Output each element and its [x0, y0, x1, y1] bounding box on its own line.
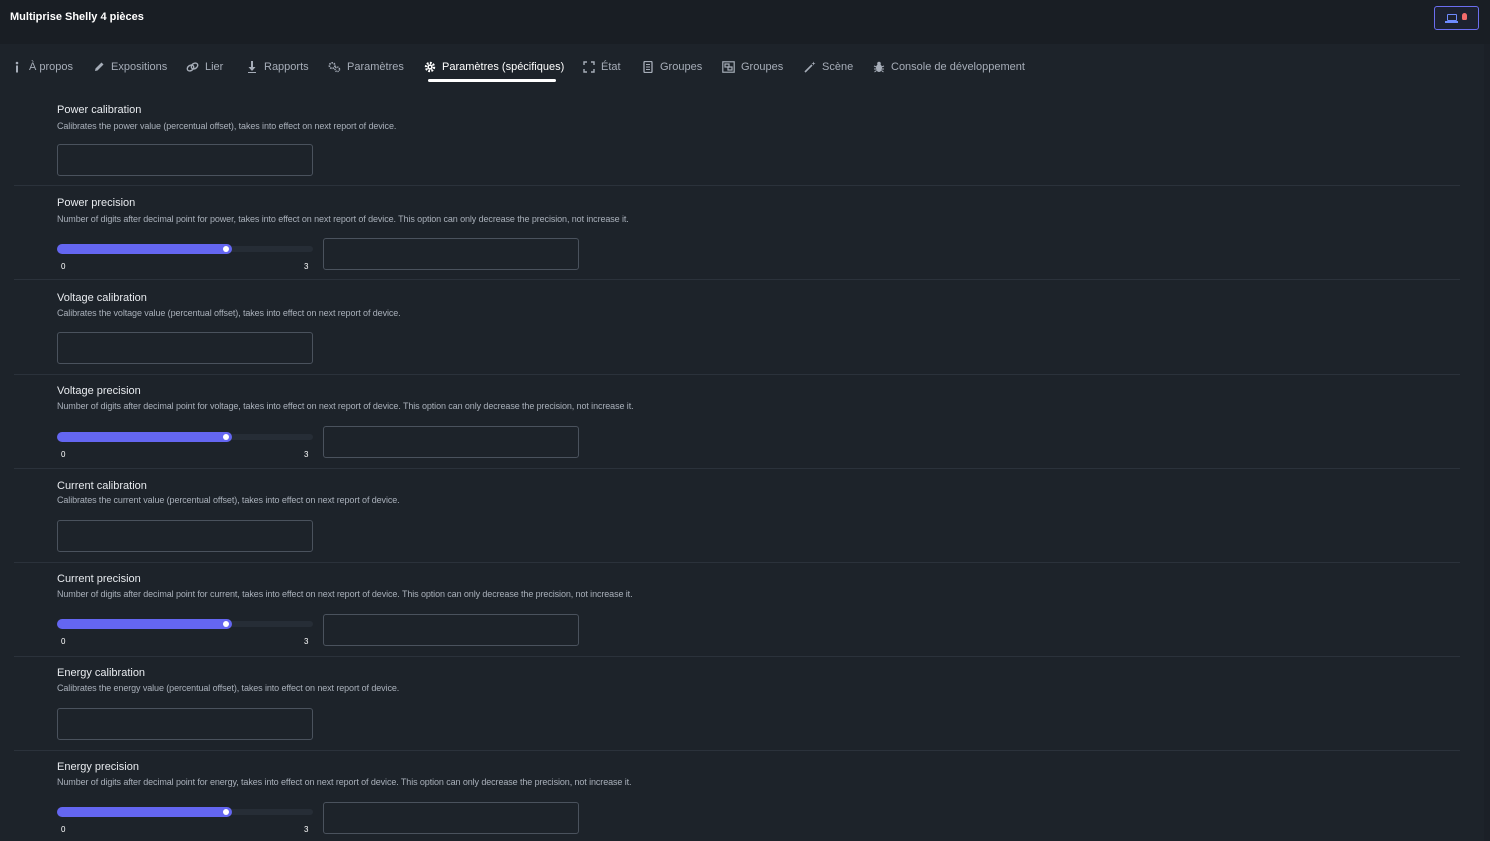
permit-join-button[interactable]	[1434, 6, 1479, 30]
pencil-icon	[92, 61, 105, 74]
scrollbar[interactable]	[1484, 44, 1490, 841]
device-icon	[1445, 14, 1458, 23]
gear-icon	[423, 61, 436, 74]
slider-max-label: 3	[304, 262, 309, 271]
setting-power-precision: Power precision Number of digits after d…	[0, 185, 1490, 279]
setting-description: Number of digits after decimal point for…	[57, 401, 634, 411]
tab-label: À propos	[29, 61, 74, 73]
power-calibration-input[interactable]	[57, 144, 313, 176]
tab-about[interactable]: À propos	[10, 58, 73, 76]
setting-description: Calibrates the voltage value (percentual…	[57, 308, 401, 318]
energy-precision-input[interactable]	[323, 802, 579, 834]
setting-label: Voltage calibration	[57, 292, 147, 304]
tab-label: Rapports	[264, 61, 309, 73]
slider-max-label: 3	[304, 637, 309, 646]
power-precision-input[interactable]	[323, 238, 579, 270]
slider-thumb[interactable]	[223, 246, 229, 252]
setting-current-precision: Current precision Number of digits after…	[0, 562, 1490, 656]
setting-description: Number of digits after decimal point for…	[57, 214, 629, 224]
setting-current-calibration: Current calibration Calibrates the curre…	[0, 468, 1490, 562]
tab-label: État	[601, 61, 621, 73]
tab-label: Scène	[822, 61, 854, 73]
slider-min-label: 0	[61, 262, 66, 271]
tab-settings[interactable]: Paramètres	[328, 58, 404, 76]
title-bar: Multiprise Shelly 4 pièces	[0, 0, 1490, 44]
setting-label: Energy precision	[57, 761, 139, 773]
setting-voltage-calibration: Voltage calibration Calibrates the volta…	[0, 279, 1490, 374]
download-icon	[245, 61, 258, 74]
voltage-precision-input[interactable]	[323, 426, 579, 458]
slider-min-label: 0	[61, 450, 66, 459]
tab-groups-2[interactable]: Groupes	[722, 58, 783, 76]
setting-description: Calibrates the power value (percentual o…	[57, 121, 397, 131]
slider-min-label: 0	[61, 637, 66, 646]
device-title: Multiprise Shelly 4 pièces	[10, 11, 144, 23]
slider-fill	[57, 244, 232, 254]
tab-exposes[interactable]: Expositions	[92, 58, 167, 76]
setting-label: Current calibration	[57, 480, 147, 492]
energy-precision-slider[interactable]: 0 3	[57, 804, 313, 834]
document-icon	[641, 61, 654, 74]
bug-icon	[872, 61, 885, 74]
slider-thumb[interactable]	[223, 434, 229, 440]
tab-scene[interactable]: Scène	[803, 58, 853, 76]
slider-fill	[57, 432, 232, 442]
info-icon	[10, 61, 23, 74]
tab-label: Lier	[205, 61, 224, 73]
slider-max-label: 3	[304, 825, 309, 834]
tab-state[interactable]: État	[582, 58, 621, 76]
slider-fill	[57, 619, 232, 629]
slider-max-label: 3	[304, 450, 309, 459]
active-tab-indicator	[428, 79, 556, 82]
setting-label: Current precision	[57, 573, 141, 585]
link-icon	[186, 61, 199, 74]
tab-label: Paramètres (spécifiques)	[442, 61, 565, 73]
tab-reporting[interactable]: Rapports	[245, 58, 309, 76]
tab-label: Console de développement	[891, 61, 1025, 73]
tab-label: Paramètres	[347, 61, 404, 73]
gears-icon	[328, 61, 341, 74]
tab-settings-specific[interactable]: Paramètres (spécifiques)	[423, 58, 564, 76]
expand-icon	[582, 61, 595, 74]
setting-description: Number of digits after decimal point for…	[57, 777, 632, 787]
current-calibration-input[interactable]	[57, 520, 313, 552]
energy-calibration-input[interactable]	[57, 708, 313, 740]
current-precision-input[interactable]	[323, 614, 579, 646]
power-precision-slider[interactable]: 0 3	[57, 241, 313, 271]
tab-bind[interactable]: Lier	[186, 58, 223, 76]
setting-label: Power precision	[57, 197, 136, 209]
tab-bar: À propos Expositions Lier Rapports Param…	[0, 44, 1490, 88]
tab-label: Expositions	[111, 61, 168, 73]
setting-label: Power calibration	[57, 104, 142, 116]
status-dot-icon	[1462, 13, 1467, 20]
object-group-icon	[722, 61, 735, 74]
tab-label: Groupes	[660, 61, 703, 73]
voltage-calibration-input[interactable]	[57, 332, 313, 364]
setting-power-calibration: Power calibration Calibrates the power v…	[0, 88, 1490, 185]
tab-label: Groupes	[741, 61, 784, 73]
setting-description: Calibrates the current value (percentual…	[57, 495, 400, 505]
magic-wand-icon	[803, 61, 816, 74]
tab-groups[interactable]: Groupes	[641, 58, 702, 76]
setting-description: Calibrates the energy value (percentual …	[57, 683, 400, 693]
voltage-precision-slider[interactable]: 0 3	[57, 429, 313, 459]
setting-energy-precision: Energy precision Number of digits after …	[0, 750, 1490, 841]
setting-energy-calibration: Energy calibration Calibrates the energy…	[0, 656, 1490, 750]
slider-thumb[interactable]	[223, 621, 229, 627]
slider-thumb[interactable]	[223, 809, 229, 815]
setting-voltage-precision: Voltage precision Number of digits after…	[0, 374, 1490, 468]
slider-fill	[57, 807, 232, 817]
setting-label: Energy calibration	[57, 667, 146, 679]
setting-label: Voltage precision	[57, 385, 141, 397]
slider-min-label: 0	[61, 825, 66, 834]
tab-dev-console[interactable]: Console de développement	[872, 58, 1025, 76]
current-precision-slider[interactable]: 0 3	[57, 616, 313, 646]
setting-description: Number of digits after decimal point for…	[57, 589, 633, 599]
